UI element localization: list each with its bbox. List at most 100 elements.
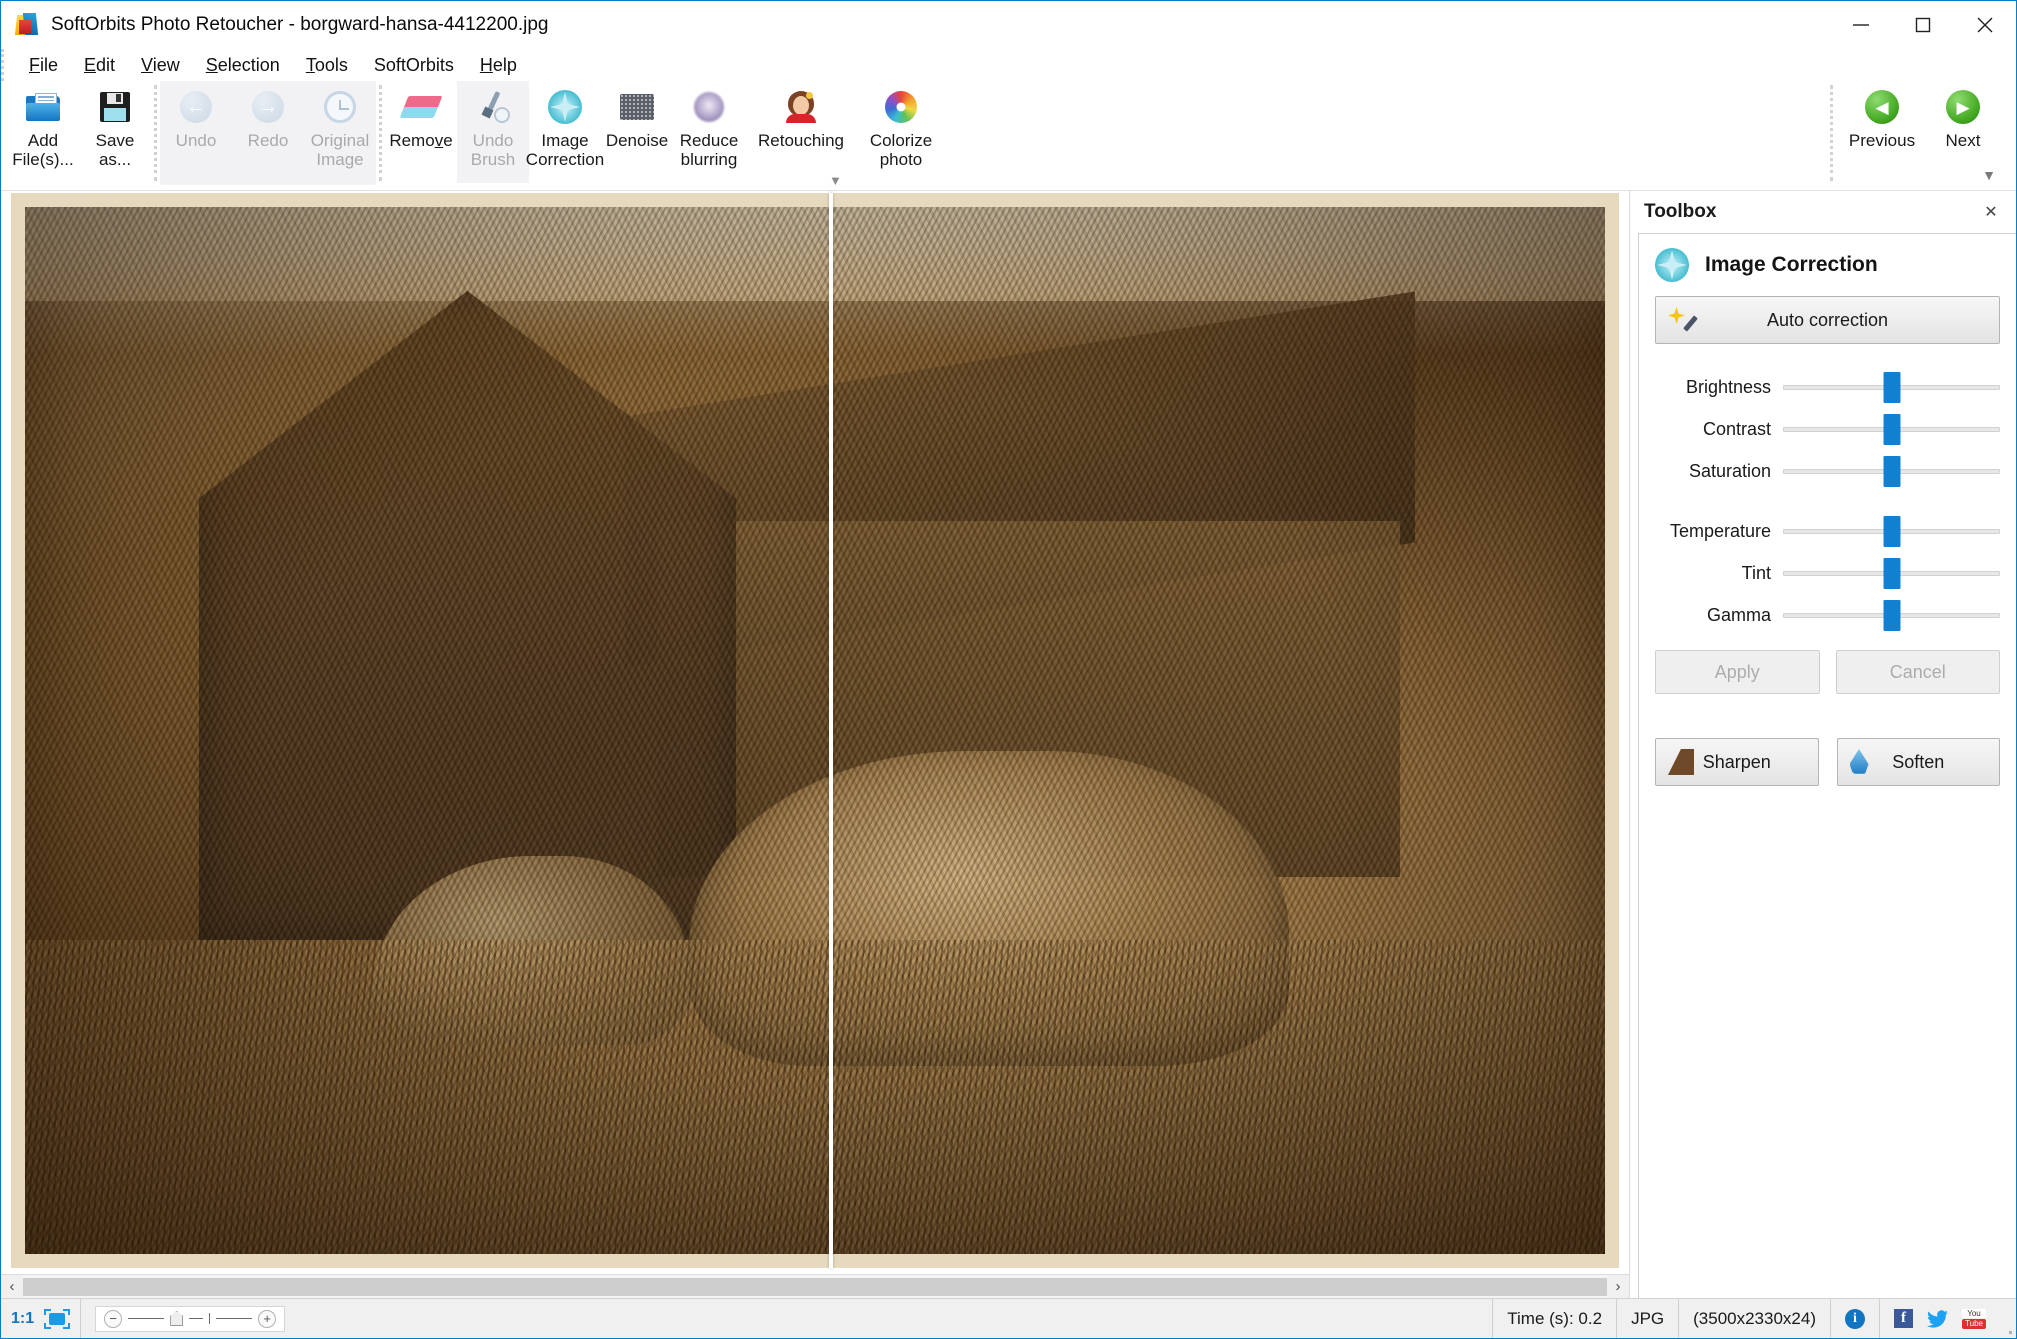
tool-name: Image Correction: [1705, 253, 1878, 276]
open-folder-icon: [26, 87, 60, 127]
slider-thumb[interactable]: [1883, 516, 1900, 547]
slider-saturation-label: Saturation: [1688, 460, 1771, 481]
facebook-icon[interactable]: f: [1894, 1309, 1913, 1328]
fit-to-window-icon[interactable]: [44, 1308, 71, 1329]
before-after-divider[interactable]: [829, 193, 833, 1268]
original-image-button[interactable]: Original Image: [304, 81, 376, 183]
apply-label: Apply: [1714, 661, 1760, 682]
maximize-button[interactable]: [1892, 1, 1954, 49]
sharpen-label: Sharpen: [1702, 751, 1771, 772]
slider-thumb[interactable]: [1883, 414, 1900, 445]
scroll-thumb[interactable]: [23, 1278, 1607, 1296]
slider-saturation[interactable]: Saturation: [1655, 450, 2000, 492]
save-as-button[interactable]: Save as...: [79, 81, 151, 183]
slider-brightness[interactable]: Brightness: [1655, 366, 2000, 408]
image-correction-button[interactable]: Image Correction: [525, 81, 605, 183]
color-wheel-icon: [885, 87, 917, 127]
menu-edit[interactable]: Edit: [71, 53, 128, 78]
twitter-icon[interactable]: [1927, 1309, 1948, 1328]
green-right-arrow-icon: ▶: [1946, 87, 1980, 127]
ribbon-group-navigation: ◀ Previous ▶ Next ▼: [1827, 81, 2016, 185]
slider-thumb[interactable]: [1883, 600, 1900, 631]
cone-sharpen-icon: [1668, 749, 1694, 775]
redo-button[interactable]: → Redo: [232, 81, 304, 183]
toolbox-close-icon[interactable]: ✕: [1978, 199, 2004, 225]
minimize-button[interactable]: [1830, 1, 1892, 49]
colorize-photo-label: Colorize photo: [869, 131, 933, 170]
file-format: JPG: [1617, 1299, 1680, 1338]
slider-gamma-control[interactable]: [1783, 600, 2000, 631]
auto-correction-button[interactable]: Auto correction: [1655, 296, 2000, 344]
image-correction-label: Image Correction: [525, 131, 605, 170]
zoom-slider[interactable]: − +: [95, 1305, 286, 1332]
slider-temperature[interactable]: Temperature: [1655, 510, 2000, 552]
menu-file[interactable]: FFileile: [16, 53, 71, 78]
zoom-in-button[interactable]: +: [258, 1309, 277, 1328]
ribbon-group-enhance: Image Correction Denoise Reduce blurring…: [525, 81, 945, 185]
resize-grip[interactable]: [2000, 1299, 2016, 1338]
slider-group-gap: [1655, 492, 2000, 510]
close-button[interactable]: [1954, 1, 2016, 49]
youtube-icon[interactable]: You Tube: [1962, 1308, 1986, 1329]
apply-button[interactable]: Apply: [1655, 650, 1820, 694]
undo-button[interactable]: ← Undo: [160, 81, 232, 183]
eraser-icon: [399, 87, 443, 127]
slider-contrast-control[interactable]: [1783, 414, 2000, 445]
menu-bar: FFileile Edit View Selection Tools SoftO…: [1, 49, 2016, 81]
toolbox-body: Image Correction Auto correction Brightn…: [1638, 233, 2016, 1298]
slider-thumb[interactable]: [1883, 372, 1900, 403]
slider-tint-control[interactable]: [1783, 558, 2000, 589]
youtube-bottom-text: Tube: [1962, 1318, 1986, 1329]
soften-button[interactable]: Soften: [1836, 738, 2000, 786]
save-as-label: Save as...: [95, 131, 135, 170]
scroll-left-arrow[interactable]: ‹: [1, 1275, 23, 1298]
info-icon[interactable]: i: [1845, 1308, 1865, 1329]
zoom-out-button[interactable]: −: [104, 1309, 123, 1328]
cancel-button[interactable]: Cancel: [1835, 650, 2000, 694]
undo-brush-button[interactable]: Undo Brush: [457, 81, 529, 183]
slider-temperature-control[interactable]: [1783, 516, 2000, 547]
add-files-button[interactable]: Add File(s)...: [7, 81, 79, 183]
processing-time: Time (s): 0.2: [1493, 1299, 1618, 1338]
window-controls: [1830, 1, 2016, 49]
zoom-track-right: [216, 1318, 253, 1319]
cancel-label: Cancel: [1889, 661, 1946, 682]
menu-softorbits[interactable]: SoftOrbits: [361, 53, 467, 78]
slider-gamma[interactable]: Gamma: [1655, 594, 2000, 636]
slider-thumb[interactable]: [1883, 558, 1900, 589]
denoise-button[interactable]: Denoise: [601, 81, 673, 183]
previous-button[interactable]: ◀ Previous: [1836, 81, 1928, 183]
scroll-track[interactable]: [23, 1275, 1607, 1298]
ribbon-group-expander[interactable]: ▼: [829, 173, 842, 188]
slider-brightness-label: Brightness: [1685, 376, 1771, 397]
slider-contrast[interactable]: Contrast: [1655, 408, 2000, 450]
colorize-photo-button[interactable]: Colorize photo: [857, 81, 945, 183]
scroll-right-arrow[interactable]: ›: [1607, 1275, 1629, 1298]
undo-label: Undo: [175, 131, 217, 150]
menu-tools[interactable]: Tools: [293, 53, 361, 78]
auto-correction-label: Auto correction: [1766, 309, 1889, 330]
menu-selection[interactable]: Selection: [193, 53, 293, 78]
zoom-slider-thumb[interactable]: [170, 1311, 184, 1326]
blur-sphere-icon: [694, 87, 724, 127]
horizontal-scrollbar[interactable]: ‹ ›: [1, 1274, 1629, 1298]
slider-thumb[interactable]: [1883, 456, 1900, 487]
zoom-track-mid: [189, 1318, 204, 1319]
zoom-ratio-label[interactable]: 1:1: [11, 1310, 34, 1328]
retouching-button[interactable]: Retouching: [745, 81, 857, 183]
menu-view[interactable]: View: [128, 53, 193, 78]
sharpen-button[interactable]: Sharpen: [1655, 738, 1819, 786]
softorbits-logo-icon: [14, 13, 39, 37]
menu-help[interactable]: Help: [467, 53, 530, 78]
remove-button[interactable]: Remove: [385, 81, 457, 183]
image-canvas[interactable]: [1, 191, 1629, 1274]
slider-tint[interactable]: Tint: [1655, 552, 2000, 594]
tool-header: Image Correction: [1655, 248, 2000, 282]
status-bar: 1:1 − + Time (s): 0.2 JPG (3500x2330x24)…: [1, 1298, 2016, 1338]
reduce-blurring-button[interactable]: Reduce blurring: [673, 81, 745, 183]
slider-brightness-control[interactable]: [1783, 372, 2000, 403]
ribbon-expander-arrow[interactable]: ▼: [1982, 167, 1996, 183]
slider-saturation-control[interactable]: [1783, 456, 2000, 487]
arrow-left-circle-icon: ←: [180, 87, 212, 127]
youtube-top-text: You: [1962, 1308, 1986, 1318]
